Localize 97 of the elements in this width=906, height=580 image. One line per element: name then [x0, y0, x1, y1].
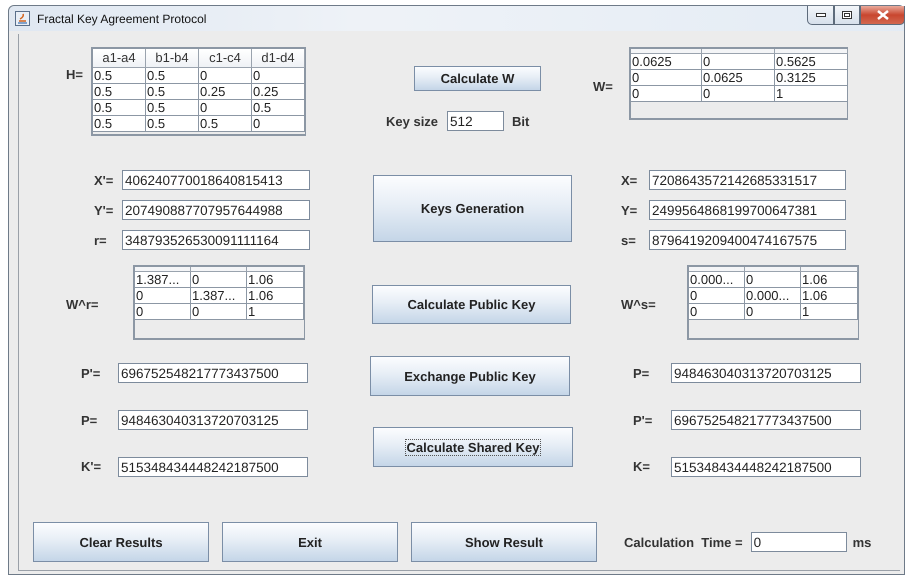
action-button[interactable]: Show Result — [411, 522, 597, 562]
table-cell[interactable]: 0.000... — [745, 288, 801, 304]
value-field[interactable]: 696752548217773437500 — [118, 363, 308, 384]
field-label: Y= — [621, 202, 638, 218]
field-label: s= — [621, 232, 637, 248]
table-cell[interactable]: 0 — [631, 70, 702, 86]
table-cell[interactable]: 0 — [199, 100, 252, 116]
table-cell[interactable]: 0 — [689, 288, 745, 304]
table-cell[interactable]: 0 — [702, 54, 775, 70]
matrix-label: W^s= — [621, 297, 657, 312]
close-icon — [876, 10, 888, 20]
table-cell[interactable]: 0.000... — [689, 272, 745, 288]
value-field[interactable]: 515348434448242187500 — [118, 456, 308, 477]
table-cell[interactable]: 0 — [252, 68, 305, 84]
column-header[interactable]: c1-c4 — [199, 49, 252, 68]
table-cell[interactable]: 0 — [135, 288, 191, 304]
table-cell[interactable]: 0.5 — [93, 100, 146, 116]
table-cell[interactable]: 0.5 — [252, 100, 305, 116]
field-label: X= — [621, 172, 638, 188]
value-field[interactable]: 8796419209400474167575 — [649, 230, 846, 250]
value-field[interactable]: 948463040313720703125 — [671, 363, 861, 384]
table-cell[interactable]: 0 — [191, 272, 247, 288]
maximize-button[interactable] — [834, 6, 860, 25]
value-field[interactable]: 348793526530091111164 — [122, 230, 310, 250]
close-button[interactable] — [860, 6, 905, 25]
field-label: K= — [633, 459, 651, 474]
table-cell[interactable]: 0.0625 — [702, 70, 775, 86]
matrix-label: H= — [66, 67, 84, 82]
value-field[interactable]: 7208643572142685331517 — [649, 170, 846, 190]
minimize-button[interactable] — [807, 6, 834, 25]
value-field[interactable]: 2499564868199700647381 — [649, 200, 846, 220]
window-title: Fractal Key Agreement Protocol — [37, 12, 208, 26]
table-cell[interactable]: 0 — [199, 68, 252, 84]
table-cell[interactable]: 1.387... — [135, 272, 191, 288]
table-cell[interactable]: 0.25 — [252, 84, 305, 100]
value-field[interactable]: 948463040313720703125 — [118, 410, 308, 430]
field-label: X'= — [94, 172, 114, 188]
table-cell[interactable]: 0.3125 — [775, 70, 848, 86]
table-cell[interactable]: 0 — [191, 304, 247, 320]
field-label: Y'= — [94, 202, 114, 218]
action-button[interactable]: Calculate W — [414, 66, 541, 91]
action-button[interactable]: Clear Results — [33, 522, 209, 562]
table-cell[interactable]: 0.5 — [146, 116, 199, 132]
matrix-label: W= — [593, 79, 614, 94]
table-cell[interactable]: 0.5 — [146, 68, 199, 84]
table-cell[interactable]: 0.5 — [93, 68, 146, 84]
field-label: P= — [633, 366, 650, 381]
app-icon — [15, 11, 30, 26]
matrix-label: W^r= — [66, 297, 100, 312]
table-cell[interactable]: 0 — [689, 304, 745, 320]
field-label: r= — [94, 232, 108, 248]
field-label: K'= — [81, 459, 102, 474]
field-label: P'= — [633, 412, 654, 428]
column-header[interactable]: d1-d4 — [252, 49, 305, 68]
table-cell[interactable]: 0 — [631, 86, 702, 102]
table-cell[interactable]: 0 — [745, 304, 801, 320]
field-label: P= — [81, 412, 98, 428]
column-header[interactable]: b1-b4 — [146, 49, 199, 68]
table-cell[interactable]: 1 — [247, 304, 304, 320]
time-label: Calculation Time = — [624, 534, 743, 550]
time-field[interactable]: 0 — [750, 532, 847, 552]
action-button[interactable]: Exit — [222, 522, 398, 562]
table-cell[interactable]: 1.06 — [801, 272, 858, 288]
action-button[interactable]: Keys Generation — [373, 175, 572, 242]
table-cell[interactable]: 1.06 — [247, 272, 304, 288]
table-cell[interactable]: 1.06 — [247, 288, 304, 304]
table-cell[interactable]: 0 — [135, 304, 191, 320]
minimize-icon — [816, 13, 826, 17]
table-cell[interactable]: 0.5 — [146, 84, 199, 100]
value-field[interactable]: 406240770018640815413 — [122, 170, 310, 190]
table-cell[interactable]: 0 — [745, 272, 801, 288]
maximize-icon — [842, 11, 852, 19]
field-label: P'= — [81, 366, 102, 381]
unit-label: Bit — [512, 114, 530, 128]
column-header[interactable]: a1-a4 — [93, 49, 146, 68]
action-button[interactable]: Calculate Shared Key — [373, 427, 573, 467]
table-cell[interactable]: 0 — [252, 116, 305, 132]
table-cell[interactable]: 0.5625 — [775, 54, 848, 70]
table-cell[interactable]: 1 — [775, 86, 848, 102]
table-cell[interactable]: 0 — [702, 86, 775, 102]
table-cell[interactable]: 0.25 — [199, 84, 252, 100]
table-cell[interactable]: 1.06 — [801, 288, 858, 304]
table-cell[interactable]: 0.5 — [146, 100, 199, 116]
table-cell[interactable]: 0.5 — [199, 116, 252, 132]
action-button[interactable]: Exchange Public Key — [370, 356, 570, 396]
action-button[interactable]: Calculate Public Key — [372, 285, 571, 324]
value-field[interactable]: 696752548217773437500 — [671, 410, 861, 430]
value-field[interactable]: 515348434448242187500 — [671, 456, 861, 477]
table-cell[interactable]: 0.0625 — [631, 54, 702, 70]
value-field[interactable]: 207490887707957644988 — [122, 200, 310, 220]
table-cell[interactable]: 1 — [801, 304, 858, 320]
table-cell[interactable]: 1.387... — [191, 288, 247, 304]
table-cell[interactable]: 0.5 — [93, 116, 146, 132]
key-size-label: Key size — [386, 114, 438, 128]
unit-label: ms — [852, 534, 872, 550]
key-size-field[interactable]: 512 — [447, 111, 504, 131]
table-cell[interactable]: 0.5 — [93, 84, 146, 100]
